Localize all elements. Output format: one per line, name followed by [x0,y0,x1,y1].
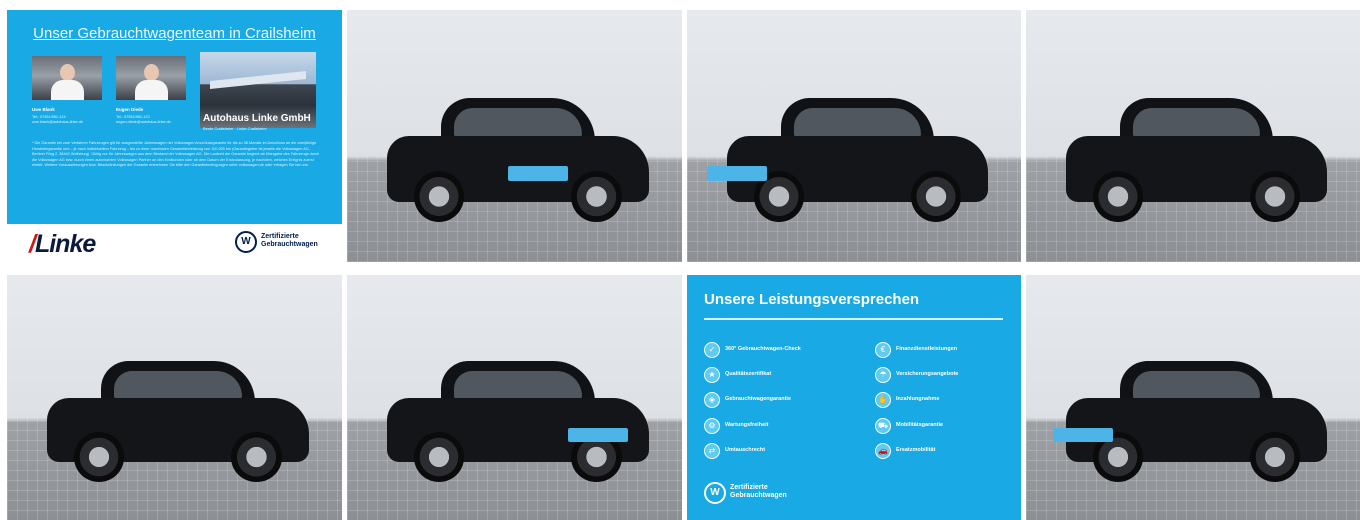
disclaimer-text: * Die Garantie bei zum Verfahren Fahrzeu… [32,141,320,167]
wheel-icon [1092,171,1143,222]
vw-certified-label: Zertifizierte Gebrauchtwagen [261,233,318,249]
person-name: Eugen Diede [116,107,144,112]
services-divider [704,318,1003,320]
service-label: Versicherungsangebote [896,371,959,377]
check-circle-icon: ✓ [704,342,720,358]
building-subtitle: Beste Crailsheim · Linke-Crailsheim [203,126,267,131]
services-title: Unsere Leistungsversprechen [704,291,920,308]
team-card-banner: Unser Gebrauchtwagenteam in Crailsheim U… [7,10,342,224]
service-label: Wartungsfreiheit [725,422,769,428]
linke-logo-text: Linke [34,230,96,258]
team-card-title: Unser Gebrauchtwagenteam in Crailsheim [33,25,316,42]
car-window [1132,370,1260,398]
wheel-icon [74,432,125,482]
wheel-icon [231,432,282,482]
wheel-icon [1249,432,1300,482]
vw-logo-icon: W [704,482,726,504]
wheel-icon [910,171,961,222]
person-photo-icon [32,56,102,100]
team-card-footer: /Linke W Zertifizierte Gebrauchtwagen [7,224,342,262]
service-label: Finanzdienstleistungen [896,346,958,352]
wheel-icon [414,171,465,222]
person-contact: Tel.: 07951/981-124 uwe.blank@autohaus-l… [32,115,107,125]
vw-certified-label: Zertifizierte Gebrauchtwagen [730,484,787,500]
license-plate [1052,427,1113,443]
linke-logo: /Linke [29,230,96,258]
car-window [1132,108,1260,136]
person-contact: Tel.: 07951/981-123 eugen.diede@autohaus… [116,115,191,125]
team-card[interactable]: Unser Gebrauchtwagenteam in Crailsheim U… [7,10,342,262]
wheel-icon [1249,171,1300,222]
services-card[interactable]: Unsere Leistungsversprechen ✓ 360° Gebra… [687,275,1021,520]
shield-icon: ◈ [704,392,720,408]
mobility-icon: ⛟ [875,418,891,434]
person-name: Uwe Blank [32,107,55,112]
license-plate [707,166,768,182]
car-photo-front-left[interactable] [347,10,682,262]
service-icon: ⚙ [704,418,720,434]
license-plate [507,166,569,182]
person-photo-icon [116,56,186,100]
vw-certified-badge: W Zertifizierte Gebrauchtwagen [235,230,335,256]
wheel-icon [414,432,465,482]
vw-label-line: Zertifizierte [261,233,299,240]
wheel-icon [571,171,622,222]
person-email: eugen.diede@autohaus-linke.de [116,120,171,124]
service-label: Gebrauchtwagengarantie [725,396,792,402]
car-photo-left-side[interactable] [1026,10,1360,262]
car-window [454,108,582,136]
service-label: Mobilitätsgarantie [896,422,944,428]
finance-icon: € [875,342,891,358]
replacement-car-icon: 🚗 [875,443,891,459]
car-photo-right-side[interactable] [7,275,342,520]
service-label: Qualitätszertifikat [725,371,772,377]
car-window [454,370,582,398]
car-photo-rear-right[interactable] [1026,275,1360,520]
exchange-icon: ⇄ [704,443,720,459]
vw-logo-icon: W [235,231,257,253]
vw-label-line: Zertifizierte [730,484,768,491]
service-label: Ersatzmobilität [896,447,936,453]
car-window [114,370,242,398]
license-plate [568,427,629,443]
hand-car-icon: ✋ [875,392,891,408]
service-label: Umtauschrecht [725,447,766,453]
insurance-icon: ☂ [875,367,891,383]
building-label: Autohaus Linke GmbH [203,113,311,124]
car-photo-rear-left[interactable] [347,275,682,520]
service-label: 360° Gebrauchtwagen-Check [725,346,801,352]
vw-certified-badge: W Zertifizierte Gebrauchtwagen [704,481,824,509]
vw-label-line: Gebrauchtwagen [730,492,787,499]
car-window [793,108,921,136]
certificate-icon: ★ [704,367,720,383]
person-email: uwe.blank@autohaus-linke.de [32,120,83,124]
service-label: Inzahlungnahme [896,396,940,402]
vw-label-line: Gebrauchtwagen [261,241,318,248]
car-photo-front-right[interactable] [687,10,1021,262]
